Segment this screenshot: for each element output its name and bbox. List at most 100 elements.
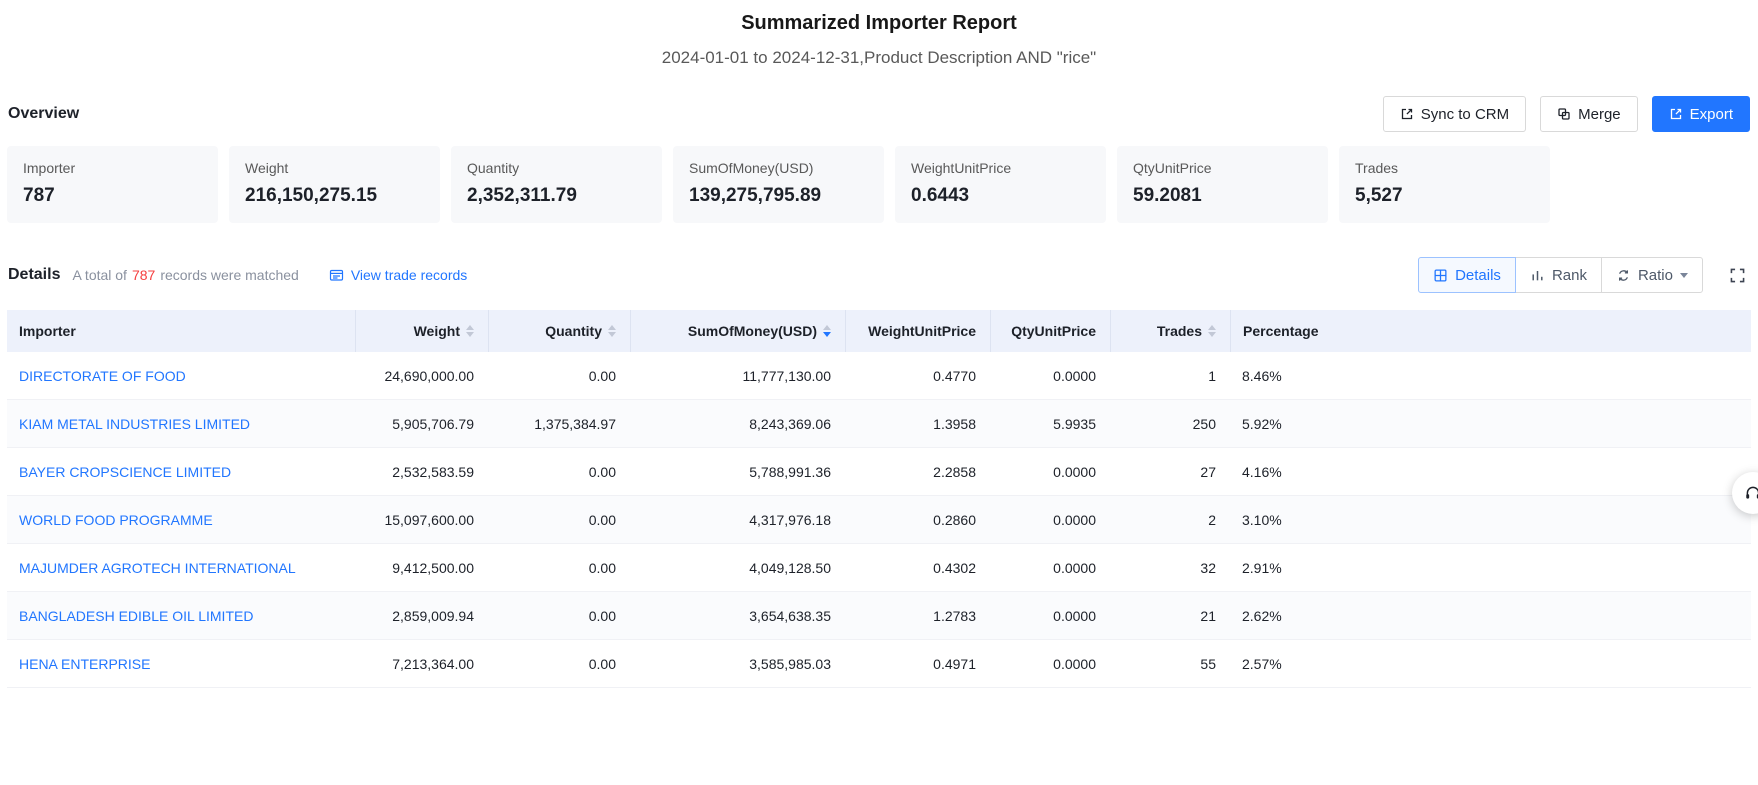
- details-title: Details: [8, 266, 60, 284]
- page-title: Summarized Importer Report: [0, 0, 1758, 35]
- column-header[interactable]: Quantity: [488, 310, 630, 352]
- sort-icon[interactable]: [1208, 325, 1216, 337]
- cell-weight-unit-price: 0.4971: [845, 640, 990, 687]
- tab-details-label: Details: [1455, 267, 1501, 284]
- fullscreen-icon: [1729, 267, 1746, 284]
- cell-weight-unit-price: 0.2860: [845, 496, 990, 543]
- overview-stats: Importer 787 Weight 216,150,275.15 Quant…: [7, 146, 1758, 223]
- stat-label: WeightUnitPrice: [911, 160, 1090, 176]
- stat-label: SumOfMoney(USD): [689, 160, 868, 176]
- cell-sum-of-money: 3,654,638.35: [630, 592, 845, 639]
- cell-quantity: 0.00: [488, 544, 630, 591]
- cell-sum-of-money: 3,585,985.03: [630, 640, 845, 687]
- importer-link[interactable]: WORLD FOOD PROGRAMME: [19, 512, 213, 528]
- overview-bar: Overview Sync to CRM Merge Export: [8, 96, 1750, 132]
- view-trade-records-link[interactable]: View trade records: [329, 267, 467, 283]
- ratio-icon: [1616, 268, 1631, 283]
- cell-quantity: 0.00: [488, 592, 630, 639]
- cell-percentage: 4.16%: [1230, 448, 1751, 495]
- importer-link[interactable]: MAJUMDER AGROTECH INTERNATIONAL: [19, 560, 296, 576]
- column-header[interactable]: SumOfMoney(USD): [630, 310, 845, 352]
- sync-to-crm-label: Sync to CRM: [1421, 106, 1509, 123]
- cell-weight: 2,859,009.94: [355, 592, 488, 639]
- grid-icon: [1433, 268, 1448, 283]
- stat-card: SumOfMoney(USD) 139,275,795.89: [673, 146, 884, 223]
- fullscreen-button[interactable]: [1725, 263, 1750, 288]
- view-toggle-group: Details Rank Ratio: [1418, 257, 1703, 293]
- cell-weight-unit-price: 0.4770: [845, 352, 990, 399]
- cell-importer: MAJUMDER AGROTECH INTERNATIONAL: [7, 544, 355, 591]
- view-trade-records-label: View trade records: [351, 267, 467, 283]
- cell-weight: 2,532,583.59: [355, 448, 488, 495]
- importer-link[interactable]: BAYER CROPSCIENCE LIMITED: [19, 464, 231, 480]
- cell-percentage: 2.62%: [1230, 592, 1751, 639]
- stat-value: 0.6443: [911, 185, 1090, 207]
- cell-weight: 5,905,706.79: [355, 400, 488, 447]
- cell-percentage: 8.46%: [1230, 352, 1751, 399]
- importer-link[interactable]: HENA ENTERPRISE: [19, 656, 150, 672]
- cell-trades: 2: [1110, 496, 1230, 543]
- cell-percentage: 2.57%: [1230, 640, 1751, 687]
- stat-label: Importer: [23, 160, 202, 176]
- column-header-label: SumOfMoney(USD): [688, 323, 817, 339]
- cell-trades: 32: [1110, 544, 1230, 591]
- column-header: QtyUnitPrice: [990, 310, 1110, 352]
- importer-link[interactable]: DIRECTORATE OF FOOD: [19, 368, 186, 384]
- cell-qty-unit-price: 0.0000: [990, 544, 1110, 591]
- cell-percentage: 3.10%: [1230, 496, 1751, 543]
- matched-records-text: A total of 787 records were matched: [72, 267, 298, 283]
- cell-qty-unit-price: 0.0000: [990, 496, 1110, 543]
- cell-importer: HENA ENTERPRISE: [7, 640, 355, 687]
- stat-value: 216,150,275.15: [245, 185, 424, 207]
- cell-qty-unit-price: 0.0000: [990, 352, 1110, 399]
- cell-weight: 24,690,000.00: [355, 352, 488, 399]
- stat-card: Importer 787: [7, 146, 218, 223]
- cell-weight-unit-price: 1.2783: [845, 592, 990, 639]
- stat-value: 2,352,311.79: [467, 185, 646, 207]
- stat-card: WeightUnitPrice 0.6443: [895, 146, 1106, 223]
- cell-trades: 1: [1110, 352, 1230, 399]
- stat-card: Trades 5,527: [1339, 146, 1550, 223]
- column-header: Percentage: [1230, 310, 1751, 352]
- stat-card: Quantity 2,352,311.79: [451, 146, 662, 223]
- cell-quantity: 0.00: [488, 352, 630, 399]
- matched-prefix: A total of: [72, 267, 126, 283]
- table-row: BAYER CROPSCIENCE LIMITED 2,532,583.59 0…: [7, 448, 1751, 496]
- tab-details[interactable]: Details: [1418, 257, 1516, 293]
- column-header-label: Weight: [414, 323, 460, 339]
- table-row: HENA ENTERPRISE 7,213,364.00 0.00 3,585,…: [7, 640, 1751, 688]
- column-header-label: Percentage: [1243, 323, 1318, 339]
- export-button[interactable]: Export: [1652, 96, 1750, 132]
- importer-link[interactable]: KIAM METAL INDUSTRIES LIMITED: [19, 416, 250, 432]
- column-header[interactable]: Trades: [1110, 310, 1230, 352]
- tab-rank[interactable]: Rank: [1515, 257, 1602, 293]
- column-header[interactable]: Weight: [355, 310, 488, 352]
- cell-quantity: 1,375,384.97: [488, 400, 630, 447]
- trade-records-icon: [329, 268, 344, 282]
- merge-button[interactable]: Merge: [1540, 96, 1638, 132]
- cell-quantity: 0.00: [488, 448, 630, 495]
- importer-link[interactable]: BANGLADESH EDIBLE OIL LIMITED: [19, 608, 253, 624]
- stat-card: Weight 216,150,275.15: [229, 146, 440, 223]
- details-bar: Details A total of 787 records were matc…: [8, 257, 1750, 293]
- stat-value: 59.2081: [1133, 185, 1312, 207]
- column-header-label: Importer: [19, 323, 76, 339]
- cell-importer: DIRECTORATE OF FOOD: [7, 352, 355, 399]
- cell-importer: WORLD FOOD PROGRAMME: [7, 496, 355, 543]
- merge-label: Merge: [1578, 106, 1621, 123]
- page-subtitle: 2024-01-01 to 2024-12-31,Product Descrip…: [0, 48, 1758, 68]
- sync-to-crm-button[interactable]: Sync to CRM: [1383, 96, 1526, 132]
- stat-value: 139,275,795.89: [689, 185, 868, 207]
- column-header-label: QtyUnitPrice: [1011, 323, 1096, 339]
- cell-weight-unit-price: 2.2858: [845, 448, 990, 495]
- headset-icon: [1744, 484, 1758, 502]
- overview-actions: Sync to CRM Merge Export: [1383, 96, 1750, 132]
- cell-importer: BAYER CROPSCIENCE LIMITED: [7, 448, 355, 495]
- cell-sum-of-money: 4,049,128.50: [630, 544, 845, 591]
- sort-icon[interactable]: [608, 325, 616, 337]
- sort-icon[interactable]: [466, 325, 474, 337]
- tab-ratio[interactable]: Ratio: [1601, 257, 1703, 293]
- sort-icon[interactable]: [823, 325, 831, 337]
- cell-qty-unit-price: 5.9935: [990, 400, 1110, 447]
- cell-quantity: 0.00: [488, 640, 630, 687]
